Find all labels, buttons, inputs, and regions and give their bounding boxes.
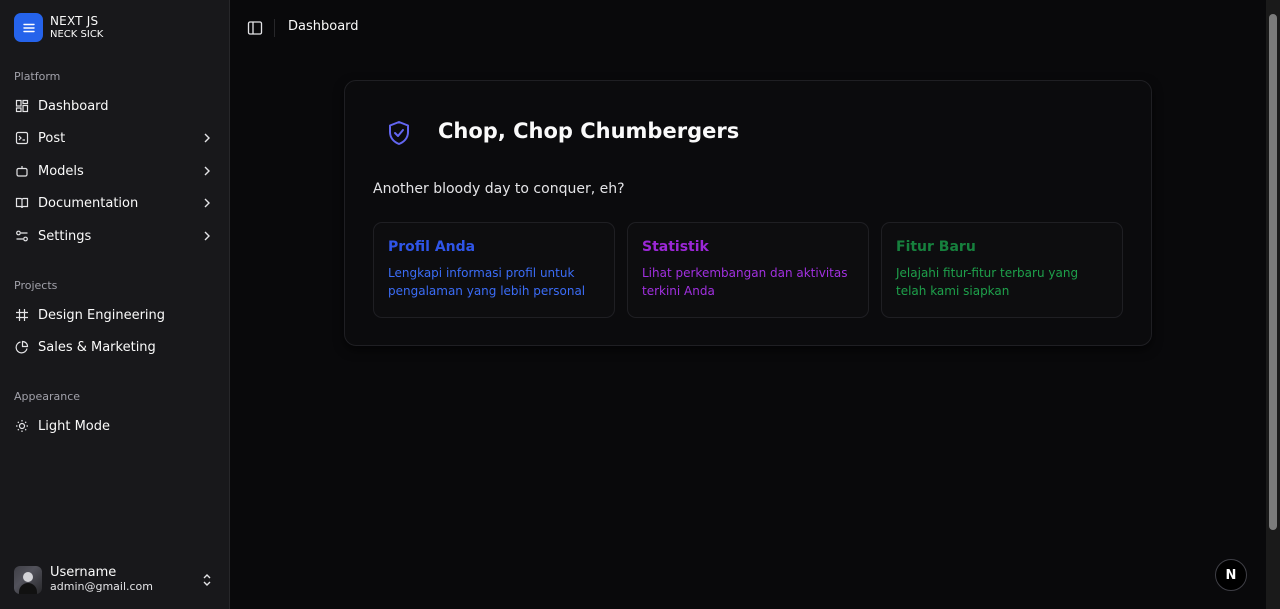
sidebar-item-label: Documentation [38, 195, 139, 211]
settings-icon [14, 228, 30, 244]
feature-title: Statistik [642, 239, 709, 255]
feature-desc: Lengkapi informasi profil untuk pengalam… [388, 266, 586, 298]
welcome-card: Chop, Chop Chumbergers Another bloody da… [344, 80, 1152, 346]
header: Dashboard [230, 0, 1266, 56]
sidebar-item-dashboard[interactable]: Dashboard [8, 92, 222, 120]
user-name: Username [50, 565, 117, 580]
avatar [14, 566, 42, 594]
nextjs-logo-icon: N [1225, 567, 1237, 583]
feature-desc: Jelajahi fitur-fitur terbaru yang telah … [896, 266, 1079, 298]
feature-card-fitur-baru[interactable]: Fitur Baru Jelajahi fitur-fitur terbaru … [881, 222, 1123, 318]
section-label-platform: Platform [14, 70, 61, 83]
bot-icon [14, 163, 30, 179]
sidebar-item-label: Post [38, 130, 66, 146]
pie-chart-icon [14, 339, 30, 355]
user-menu[interactable]: Username admin@gmail.com [8, 563, 222, 597]
chevrons-up-down-icon [203, 574, 211, 586]
sidebar-item-post[interactable]: Post [8, 124, 222, 152]
feature-card-statistik[interactable]: Statistik Lihat perkembangan dan aktivit… [627, 222, 869, 318]
feature-card-profil[interactable]: Profil Anda Lengkapi informasi profil un… [373, 222, 615, 318]
chevron-right-icon [204, 133, 210, 143]
sidebar: NEXT JS NECK SICK Platform Dashboard Pos… [0, 0, 230, 609]
dashboard-icon [14, 98, 30, 114]
book-icon [14, 195, 30, 211]
feature-title: Profil Anda [388, 239, 476, 255]
feature-title: Fitur Baru [896, 239, 976, 255]
page-title: Chop, Chop Chumbergers [438, 119, 740, 143]
sidebar-item-label: Sales & Marketing [38, 339, 156, 355]
post-icon [14, 130, 30, 146]
user-email: admin@gmail.com [50, 580, 154, 593]
chevron-right-icon [204, 231, 210, 241]
page-subtitle: Another bloody day to conquer, eh? [373, 181, 625, 197]
sidebar-toggle-icon[interactable] [246, 19, 264, 37]
sidebar-item-label: Dashboard [38, 98, 109, 114]
shield-check-icon [389, 121, 409, 145]
sidebar-item-label: Design Engineering [38, 307, 166, 323]
brand[interactable]: NEXT JS NECK SICK [14, 13, 103, 42]
header-divider [274, 19, 275, 37]
section-label-appearance: Appearance [14, 390, 81, 403]
scrollbar[interactable] [1266, 0, 1280, 609]
chevron-right-icon [204, 166, 210, 176]
sidebar-item-label: Settings [38, 228, 92, 244]
frame-icon [14, 307, 30, 323]
sun-icon [14, 418, 30, 434]
menu-icon [14, 13, 43, 42]
brand-subtitle: NECK SICK [50, 28, 104, 40]
scrollbar-thumb[interactable] [1269, 14, 1277, 530]
chevron-right-icon [204, 198, 210, 208]
brand-title: NEXT JS [50, 13, 99, 28]
nextjs-badge[interactable]: N [1215, 559, 1247, 591]
sidebar-item-documentation[interactable]: Documentation [8, 189, 222, 217]
light-mode-toggle[interactable]: Light Mode [8, 412, 222, 440]
sidebar-item-label: Models [38, 163, 84, 179]
sidebar-item-label: Light Mode [38, 418, 110, 434]
sidebar-item-sales-marketing[interactable]: Sales & Marketing [8, 333, 222, 361]
feature-desc: Lihat perkembangan dan aktivitas terkini… [642, 266, 848, 298]
sidebar-item-settings[interactable]: Settings [8, 222, 222, 250]
section-label-projects: Projects [14, 279, 58, 292]
sidebar-item-models[interactable]: Models [8, 157, 222, 185]
breadcrumb[interactable]: Dashboard [288, 19, 359, 34]
sidebar-item-design-engineering[interactable]: Design Engineering [8, 301, 222, 329]
